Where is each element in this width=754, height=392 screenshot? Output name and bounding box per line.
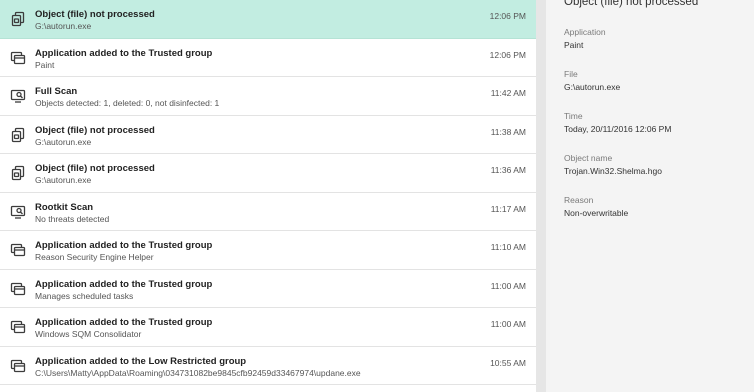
event-subtitle: Objects detected: 1, deleted: 0, not dis… [35,98,220,108]
event-time: 11:36 AM [490,165,526,175]
details-field-object-name: Object name Trojan.Win32.Shelma.hgo [564,153,662,176]
event-row[interactable]: Object (file) not processed G:\autorun.ex… [0,116,536,154]
event-time: 12:06 PM [489,11,526,21]
event-time: 11:42 AM [490,88,526,98]
details-object-label: Object name [564,153,613,163]
event-row[interactable]: Full Scan Objects detected: 1, deleted: 0… [0,77,536,116]
event-title: Application added to the Trusted group [35,278,213,290]
details-title: Object (file) not processed [564,0,699,8]
file-not-processed-icon [10,165,26,181]
scan-monitor-icon [10,88,26,104]
details-application-label: Application [564,27,606,37]
trusted-app-icon [10,281,26,297]
event-time: 11:00 AM [490,280,526,291]
details-object-value: Trojan.Win32.Shelma.hgo [564,166,662,176]
event-subtitle: Paint [35,59,55,70]
details-time-label: Time [564,111,583,121]
event-time: 11:10 AM [490,242,526,252]
file-not-processed-icon [10,11,26,27]
event-subtitle: G:\autorun.exe [35,136,92,147]
list-scrollbar[interactable] [536,0,546,392]
event-subtitle: G:\autorun.exe [35,21,92,31]
file-not-processed-icon [10,127,26,143]
event-row[interactable]: Application added to the Trusted group Re… [0,231,536,270]
details-reason-value: Non-overwritable [564,208,629,218]
event-list[interactable]: Object (file) not processed G:\autorun.ex… [0,0,536,392]
event-time: 11:00 AM [490,319,526,329]
scan-monitor-icon [10,204,26,220]
event-title: Application added to the Trusted group [35,317,213,328]
event-time: 12:06 PM [489,49,526,60]
event-title: Application added to the Trusted group [35,47,213,59]
event-title: Rootkit Scan [35,201,94,213]
event-details-panel: Object (file) not processed Application … [546,0,754,392]
event-title: Application added to the Trusted group [35,240,213,251]
event-subtitle: Windows SQM Consolidator [35,329,142,339]
details-time-value: Today, 20/11/2016 12:06 PM [564,124,672,134]
details-field-file: File G:\autorun.exe [564,69,620,92]
trusted-app-icon [10,242,26,258]
details-field-reason: Reason Non-overwritable [564,195,628,218]
event-subtitle: No threats detected [35,213,110,224]
event-row[interactable]: Application added to the Trusted group Wi… [0,308,536,347]
event-row[interactable]: Object (file) not processed G:\autorun.ex… [0,154,536,193]
details-field-application: Application Paint [564,27,606,50]
event-title: Application added to the Low Restricted … [35,355,247,367]
event-title: Object (file) not processed [35,9,155,20]
trusted-app-icon [10,319,26,335]
event-row[interactable]: Rootkit Scan No threats detected 11:17 AM [0,193,536,231]
details-field-time: Time Today, 20/11/2016 12:06 PM [564,111,671,134]
details-file-value: G:\autorun.exe [564,82,621,92]
event-title: Object (file) not processed [35,124,155,136]
event-subtitle: C:\Users\Matty\AppData\Roaming\034731082… [35,367,361,378]
details-reason-label: Reason [564,195,594,205]
event-subtitle: Manages scheduled tasks [35,290,134,301]
trusted-app-icon [10,50,26,66]
event-row[interactable]: Object (file) not processed G:\autorun.ex… [0,0,536,39]
event-title: Full Scan [35,86,78,97]
event-title: Object (file) not processed [35,163,155,174]
details-file-label: File [564,69,578,79]
event-time: 11:17 AM [490,203,526,214]
event-time: 10:55 AM [490,357,526,368]
event-row[interactable]: Application added to the Trusted group Pa… [0,39,536,77]
event-subtitle: Reason Security Engine Helper [35,252,154,262]
details-application-value: Paint [564,40,584,50]
trusted-app-icon [10,358,26,374]
event-subtitle: G:\autorun.exe [35,175,92,185]
event-row[interactable]: Application added to the Trusted group Ma… [0,270,536,308]
event-time: 11:38 AM [490,126,526,137]
event-row[interactable]: Application added to the Low Restricted … [0,347,536,385]
app-window: Object (file) not processed G:\autorun.ex… [0,0,754,392]
